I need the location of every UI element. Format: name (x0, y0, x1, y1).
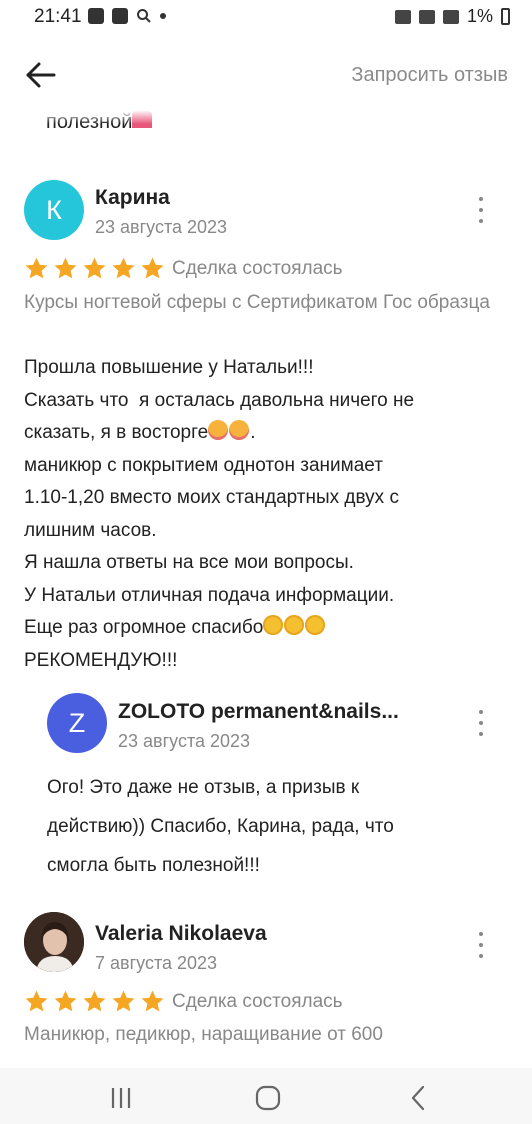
smiling-hearts-emoji-icon (284, 615, 305, 635)
reviewer-name[interactable]: Карина (95, 186, 170, 210)
battery-percent: 1% (466, 6, 493, 26)
system-icons: 1% (394, 6, 510, 27)
review-line: 1.10-1,20 вместо моих стандартных двух с (24, 487, 399, 508)
smiling-hearts-emoji-icon (263, 615, 284, 635)
reply-date: 23 августа 2023 (118, 731, 251, 751)
recent-apps-icon[interactable] (106, 1084, 136, 1112)
avatar-letter: Z (68, 707, 86, 738)
review-line: лишним часов. (24, 519, 157, 541)
top-app-bar: Запросить отзыв (0, 40, 532, 110)
avatar-letter: К (46, 194, 62, 225)
more-options-icon[interactable] (475, 932, 487, 958)
checkbox-notification-icon (112, 8, 128, 24)
review-line: сказать, я в восторге (24, 422, 209, 443)
more-notifications-dot-icon (160, 13, 166, 19)
reviewer-avatar: К (24, 180, 84, 240)
reply-line: действию)) Спасибо, Карина, рада, что (47, 816, 394, 837)
review-line: Сказать что я осталась давольна ничего н… (24, 389, 415, 411)
owner-avatar: Z (47, 693, 107, 753)
signal-icon (442, 9, 459, 24)
star-icon (83, 257, 106, 279)
status-time: 21:41 (34, 6, 82, 27)
reply-more-options-icon[interactable] (475, 710, 487, 736)
owner-name[interactable]: ZOLOTO permanent&nails... (118, 700, 399, 724)
notification-icons (88, 8, 166, 24)
system-navigation-bar (0, 1068, 532, 1124)
service-name: Маникюр, педикюр, наращивание от 600 (24, 1024, 383, 1045)
review-line: Еще раз огромное спасибо (24, 617, 264, 638)
back-nav-icon[interactable] (404, 1084, 434, 1112)
scroll-fade (0, 110, 532, 124)
deal-status: Сделка состоялась (172, 258, 343, 279)
review-date: 7 августа 2023 (95, 953, 218, 973)
alarm-icon (394, 9, 411, 24)
review-date: 23 августа 2023 (95, 217, 228, 237)
star-icon (54, 257, 77, 279)
heart-eyes-emoji-icon (229, 420, 250, 440)
reviewer-photo-avatar (24, 912, 84, 972)
status-bar: 21:41 1% (0, 0, 532, 34)
review-line: маникюр с покрытием однотон занимает (24, 454, 383, 476)
deal-status: Сделка состоялась (172, 991, 343, 1012)
star-icon (112, 257, 135, 279)
reply-line: Ого! Это даже не отзыв, а призыв к (47, 777, 360, 798)
star-icon (141, 990, 164, 1012)
smiling-hearts-emoji-icon (305, 615, 326, 635)
back-arrow-icon[interactable] (24, 58, 58, 92)
star-icon (54, 990, 77, 1012)
review-text: Прошла повышение у Натальи!!! Сказать чт… (24, 357, 415, 671)
star-icon (112, 990, 135, 1012)
star-icon (83, 990, 106, 1012)
service-name: Курсы ногтевой сферы с Сертификатом Гос … (24, 292, 490, 313)
review-line: Я нашла ответы на все мои вопросы. (24, 552, 354, 573)
reply-text: Ого! Это даже не отзыв, а призыв к дейст… (47, 768, 517, 885)
review-line: У Натальи отличная подача информации. (24, 584, 395, 606)
reviewer-name[interactable]: Valeria Nikolaeva (95, 922, 267, 946)
star-icon (25, 990, 48, 1012)
search-notification-icon (137, 9, 151, 23)
star-icon (141, 257, 164, 279)
star-icon (25, 257, 48, 279)
heart-eyes-emoji-icon (208, 420, 229, 440)
wifi-icon (418, 9, 435, 24)
reply-line: смогла быть полезной!!! (47, 855, 260, 876)
review-line: РЕКОМЕНДУЮ!!! (24, 649, 178, 671)
battery-icon (501, 8, 510, 25)
review-line: Прошла повышение у Натальи!!! (24, 357, 314, 378)
home-icon[interactable] (253, 1084, 283, 1112)
rating-stars (24, 989, 165, 1014)
gallery-notification-icon (88, 8, 104, 24)
rating-stars (24, 256, 165, 281)
more-options-icon[interactable] (475, 197, 487, 223)
request-review-button[interactable]: Запросить отзыв (351, 64, 508, 87)
